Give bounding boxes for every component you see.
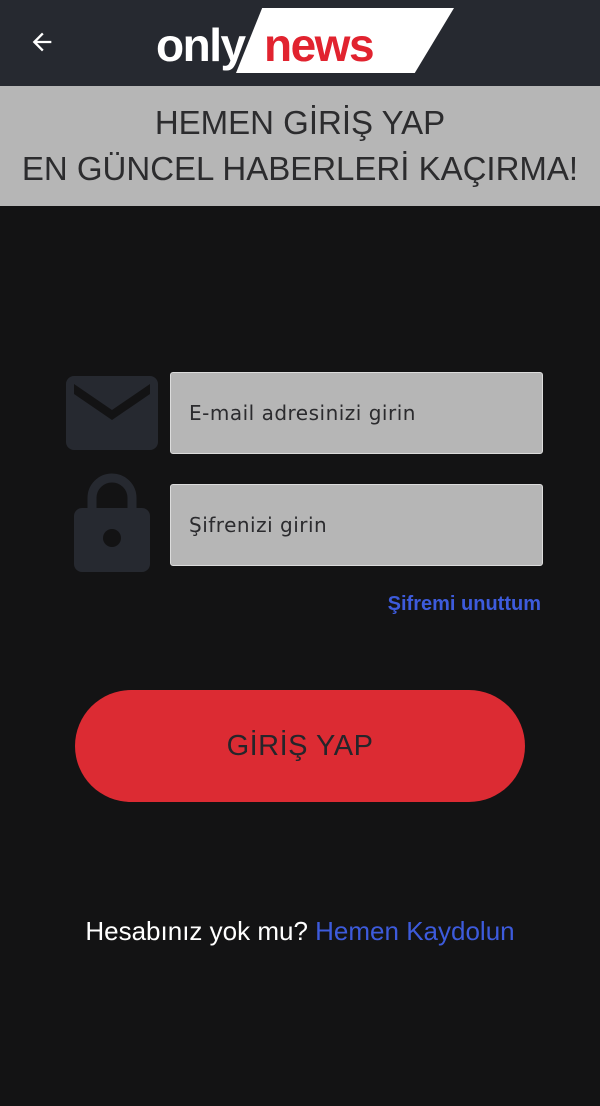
promo-banner: HEMEN GİRİŞ YAP EN GÜNCEL HABERLERİ KAÇI… [0, 86, 600, 206]
banner-line-1: HEMEN GİRİŞ YAP [154, 104, 446, 141]
envelope-icon [64, 374, 160, 452]
signup-link[interactable]: Hemen Kaydolun [315, 916, 514, 946]
arrow-left-icon [32, 32, 52, 52]
logo-text-only: only [156, 19, 246, 71]
forgot-password-link[interactable]: Şifremi unuttum [388, 593, 541, 616]
banner-line-2: EN GÜNCEL HABERLERİ KAÇIRMA! [21, 150, 579, 187]
signup-prompt-text: Hesabınız yok mu? [85, 916, 308, 946]
logo-text-news: news [264, 19, 375, 71]
app-bar: only news [0, 0, 600, 86]
lock-icon [72, 472, 152, 574]
onlynews-logo: only news [156, 8, 456, 74]
signup-prompt-row: Hesabınız yok mu? Hemen Kaydolun [0, 916, 600, 947]
back-button[interactable] [22, 22, 62, 62]
email-field[interactable] [170, 372, 543, 454]
password-field[interactable] [170, 484, 543, 566]
login-button[interactable]: GİRİŞ YAP [75, 690, 525, 802]
